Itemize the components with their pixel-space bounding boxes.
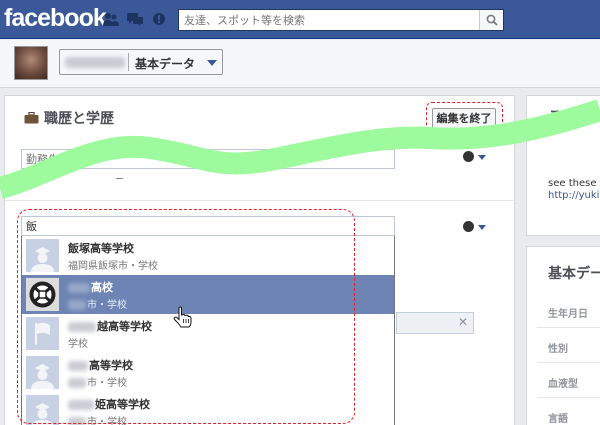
globe-privacy-icon[interactable] <box>463 151 474 162</box>
search-input[interactable] <box>179 10 479 30</box>
year-panel-text: see these p <box>548 178 600 189</box>
workplace-input[interactable] <box>22 150 394 168</box>
briefcase-icon <box>24 112 39 124</box>
edit-done-button[interactable]: 編集を終了 <box>432 108 496 130</box>
search-icon <box>486 14 498 26</box>
field-divider <box>537 327 600 328</box>
search-button[interactable] <box>479 10 503 30</box>
profile-section-selector[interactable]: 基本データ <box>59 49 223 75</box>
facebook-logo[interactable]: facebook <box>4 4 107 33</box>
partial-text: ー <box>115 175 125 185</box>
section-title: 職歴と学歴 <box>44 111 114 127</box>
top-bar: facebook <box>0 0 600 39</box>
field-divider <box>537 362 600 363</box>
field-label-gender: 性別 <box>548 344 568 355</box>
workplace-field[interactable] <box>21 149 395 169</box>
chevron-down-icon[interactable] <box>478 225 486 230</box>
field-label-language: 言語 <box>548 414 568 425</box>
globe-privacy-icon[interactable] <box>463 221 474 232</box>
notifications-icon[interactable] <box>150 12 168 27</box>
basic-info-title: 基本デー <box>548 266 600 282</box>
profile-header: 基本データ <box>0 40 600 88</box>
chevron-down-icon[interactable] <box>478 155 486 160</box>
blurred-profile-name <box>65 57 125 68</box>
close-icon[interactable]: ✕ <box>458 315 468 329</box>
year-panel-link[interactable]: http://yuki <box>548 190 599 201</box>
messages-icon[interactable] <box>126 12 144 27</box>
search-box[interactable] <box>178 9 504 31</box>
selector-divider <box>128 53 129 71</box>
field-label-birthday: 生年月日 <box>548 309 588 320</box>
field-label-blood-type: 血液型 <box>548 379 578 390</box>
avatar[interactable] <box>14 46 48 80</box>
basic-data-label: 基本データ <box>135 57 196 71</box>
field-divider <box>537 397 600 398</box>
section-divider <box>5 200 514 201</box>
year-panel-title: この年は <box>548 109 600 125</box>
friend-requests-icon[interactable] <box>102 12 120 27</box>
chevron-down-icon <box>207 60 217 66</box>
hand-cursor-icon <box>173 306 192 328</box>
